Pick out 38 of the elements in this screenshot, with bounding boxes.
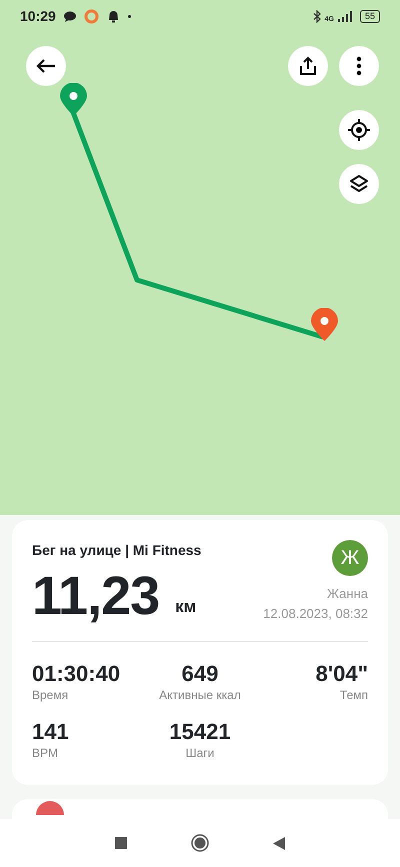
stat-value: 8'04" <box>316 662 368 686</box>
bluetooth-icon <box>312 10 321 22</box>
signal-icon <box>338 10 352 22</box>
locate-button[interactable] <box>339 110 379 150</box>
user-name: Жанна <box>327 585 368 603</box>
back-nav-button[interactable] <box>273 836 285 850</box>
locate-icon <box>347 118 371 142</box>
distance-value: 11,23 <box>32 569 160 623</box>
alarm-icon <box>106 10 120 22</box>
stat-label: BPM <box>32 745 58 762</box>
share-button[interactable] <box>288 46 328 86</box>
layers-button[interactable] <box>339 164 379 204</box>
stat-label: Активные ккал <box>159 687 241 704</box>
status-time: 10:29 <box>20 6 56 26</box>
workout-title: Бег на улице | Mi Fitness <box>32 541 202 560</box>
finish-pin-icon <box>311 308 338 341</box>
more-button[interactable] <box>339 46 379 86</box>
battery-indicator: 55 <box>360 10 380 22</box>
stat-value: 141 <box>32 720 69 744</box>
share-icon <box>299 56 317 76</box>
dot-icon <box>128 14 131 18</box>
stat-value: 15421 <box>169 720 231 744</box>
stat-label: Темп <box>340 687 368 704</box>
distance-unit: км <box>175 596 196 618</box>
more-icon <box>356 56 362 76</box>
start-pin-icon <box>60 83 87 116</box>
ring-icon <box>84 8 99 24</box>
back-icon <box>36 58 56 74</box>
stat-value: 01:30:40 <box>32 662 120 686</box>
stat-value: 649 <box>182 662 218 686</box>
chat-icon <box>64 10 76 22</box>
layers-icon <box>348 173 370 195</box>
home-button[interactable] <box>191 834 209 852</box>
stat-label: Шаги <box>186 745 214 762</box>
stat-label: Время <box>32 687 68 704</box>
workout-date: 12.08.2023, 08:32 <box>263 604 368 622</box>
back-button[interactable] <box>26 46 66 86</box>
user-avatar: Ж <box>332 540 368 576</box>
